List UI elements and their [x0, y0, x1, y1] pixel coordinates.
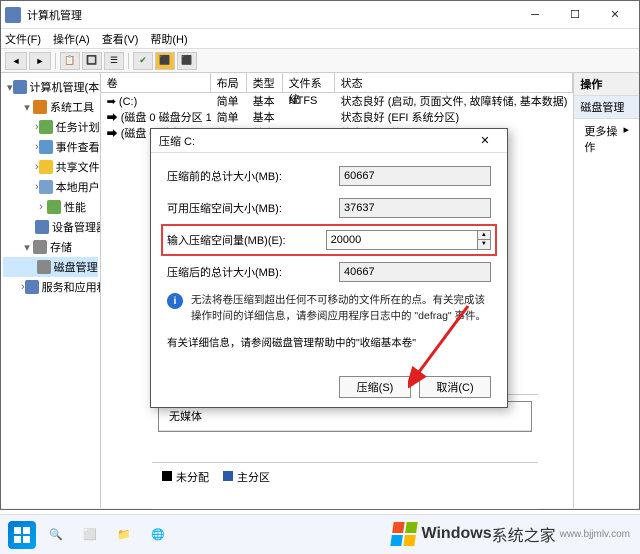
- legend: 未分配 主分区: [152, 462, 538, 491]
- col-type[interactable]: 类型: [247, 73, 283, 92]
- file-explorer-icon[interactable]: 📁: [110, 521, 138, 549]
- nav-forward-button[interactable]: ►: [29, 52, 51, 70]
- actions-panel: 操作 磁盘管理 更多操作▸: [573, 73, 639, 508]
- col-fs[interactable]: 文件系统: [283, 73, 335, 92]
- chevron-right-icon: ▸: [623, 123, 629, 155]
- tree-services[interactable]: ›服务和应用程序: [3, 277, 98, 297]
- dialog-close-button[interactable]: ✕: [471, 134, 499, 147]
- maximize-button[interactable]: ☐: [555, 3, 595, 27]
- toolbar-btn-5[interactable]: ⬛: [155, 52, 175, 70]
- refresh-button[interactable]: ✔: [133, 52, 153, 70]
- app-icon: [5, 7, 21, 23]
- task-view-icon[interactable]: ⬜: [76, 521, 104, 549]
- more-actions[interactable]: 更多操作▸: [574, 119, 639, 159]
- window-title: 计算机管理: [27, 7, 515, 23]
- shrink-button[interactable]: 压缩(S): [339, 376, 411, 398]
- col-volume[interactable]: 卷: [101, 73, 211, 92]
- after-size-field: [339, 262, 491, 282]
- cancel-button[interactable]: 取消(C): [419, 376, 491, 398]
- tree-performance[interactable]: ›性能: [3, 197, 98, 217]
- minimize-button[interactable]: ─: [515, 3, 555, 27]
- tree-system-tools[interactable]: ▾系统工具: [3, 97, 98, 117]
- start-button[interactable]: [8, 521, 36, 549]
- dialog-title: 压缩 C:: [159, 133, 471, 149]
- menu-help[interactable]: 帮助(H): [150, 31, 187, 47]
- nav-back-button[interactable]: ◄: [5, 52, 27, 70]
- toolbar-btn-2[interactable]: 🔲: [82, 52, 102, 70]
- menu-action[interactable]: 操作(A): [53, 31, 90, 47]
- info-text: 无法将卷压缩到超出任何不可移动的文件所在的点。有关完成该操作时间的详细信息，请参…: [191, 293, 491, 325]
- spinner: ▲ ▼: [478, 230, 491, 250]
- navigation-tree: ▾计算机管理(本地) ▾系统工具 ›任务计划程序 ›事件查看器 ›共享文件夹 ›…: [1, 73, 101, 508]
- col-status[interactable]: 状态: [335, 73, 574, 92]
- after-size-label: 压缩后的总计大小(MB):: [167, 264, 339, 280]
- volume-list-header: 卷 布局 类型 文件系统 状态: [101, 73, 574, 93]
- close-button[interactable]: ✕: [595, 3, 635, 27]
- legend-primary-icon: [223, 471, 233, 481]
- list-item[interactable]: ➡ (C:) 简单 基本 NTFS 状态良好 (启动, 页面文件, 故障转储, …: [101, 93, 574, 109]
- watermark-suffix: 系统之家: [492, 522, 556, 546]
- menubar: 文件(F) 操作(A) 查看(V) 帮助(H): [1, 29, 639, 49]
- spinner-up-button[interactable]: ▲: [478, 231, 490, 240]
- tree-task-scheduler[interactable]: ›任务计划程序: [3, 117, 98, 137]
- toolbar-btn-1[interactable]: 📋: [60, 52, 80, 70]
- col-layout[interactable]: 布局: [211, 73, 247, 92]
- watermark: Windows 系统之家 www.bjjmlv.com: [392, 522, 630, 546]
- info-icon: i: [167, 293, 183, 309]
- help-link-text: 有关详细信息，请参阅磁盘管理帮助中的"收缩基本卷": [167, 335, 491, 350]
- disk-layout-area: 无媒体 未分配 主分区: [152, 394, 538, 509]
- before-size-field: [339, 166, 491, 186]
- avail-size-field: [339, 198, 491, 218]
- input-size-label: 输入压缩空间量(MB)(E):: [167, 232, 326, 248]
- tree-device-manager[interactable]: 设备管理器: [3, 217, 98, 237]
- edge-icon[interactable]: 🌐: [144, 521, 172, 549]
- menu-file[interactable]: 文件(F): [5, 31, 41, 47]
- toolbar-btn-3[interactable]: ☰: [104, 52, 124, 70]
- watermark-brand: Windows: [422, 525, 492, 543]
- actions-section: 磁盘管理: [574, 96, 639, 119]
- tree-disk-management[interactable]: 磁盘管理: [3, 257, 98, 277]
- actions-header: 操作: [574, 73, 639, 96]
- tree-shared-folders[interactable]: ›共享文件夹: [3, 157, 98, 177]
- watermark-url: www.bjjmlv.com: [560, 529, 630, 540]
- input-highlight: 输入压缩空间量(MB)(E): ▲ ▼: [161, 224, 497, 256]
- tree-root[interactable]: ▾计算机管理(本地): [3, 77, 98, 97]
- toolbar-btn-6[interactable]: ⬛: [177, 52, 197, 70]
- toolbar: ◄ ► 📋 🔲 ☰ ✔ ⬛ ⬛: [1, 49, 639, 73]
- legend-unalloc-icon: [162, 471, 172, 481]
- search-icon[interactable]: 🔍: [42, 521, 70, 549]
- tree-event-viewer[interactable]: ›事件查看器: [3, 137, 98, 157]
- titlebar: 计算机管理 ─ ☐ ✕: [1, 1, 639, 29]
- info-block: i 无法将卷压缩到超出任何不可移动的文件所在的点。有关完成该操作时间的详细信息，…: [167, 293, 491, 325]
- menu-view[interactable]: 查看(V): [102, 31, 139, 47]
- avail-size-label: 可用压缩空间大小(MB):: [167, 200, 339, 216]
- shrink-amount-input[interactable]: [326, 230, 478, 250]
- shrink-dialog: 压缩 C: ✕ 压缩前的总计大小(MB): 可用压缩空间大小(MB): 输入压缩…: [150, 128, 508, 408]
- list-item[interactable]: ➡ (磁盘 0 磁盘分区 1) 简单 基本 状态良好 (EFI 系统分区): [101, 109, 574, 125]
- before-size-label: 压缩前的总计大小(MB):: [167, 168, 339, 184]
- tree-storage[interactable]: ▾存储: [3, 237, 98, 257]
- dialog-titlebar: 压缩 C: ✕: [151, 129, 507, 153]
- tree-local-users[interactable]: ›本地用户和组: [3, 177, 98, 197]
- spinner-down-button[interactable]: ▼: [478, 240, 490, 249]
- windows-logo-icon: [390, 522, 417, 546]
